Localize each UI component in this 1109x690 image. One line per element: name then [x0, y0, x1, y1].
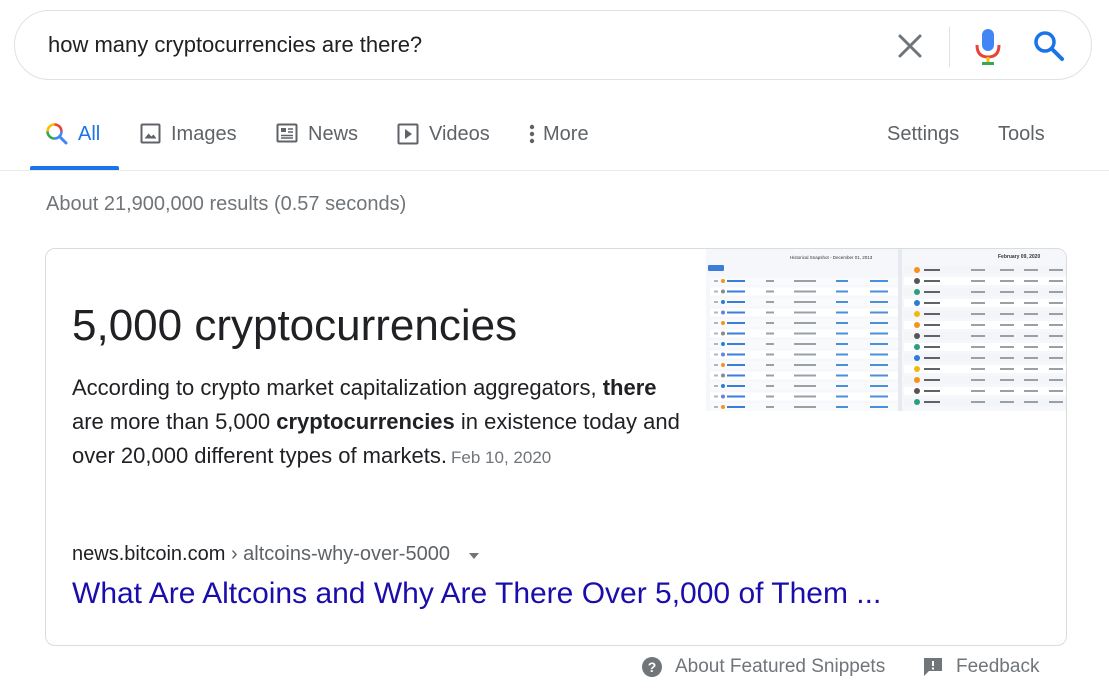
crypto-table-image: Historical Snapshot - December 01, 2013 … — [706, 249, 1066, 422]
tab-news[interactable]: News — [276, 110, 358, 170]
tab-label: Settings — [887, 123, 960, 145]
tab-label: Images — [171, 123, 237, 145]
cite-menu-button[interactable] — [468, 543, 480, 566]
tab-images[interactable]: Images — [140, 110, 237, 170]
search-box[interactable]: how many cryptocurrencies are there? — [14, 10, 1092, 80]
snippet-text-part: According to crypto market capitalizatio… — [72, 375, 603, 400]
feedback-icon — [924, 658, 942, 676]
tab-settings[interactable]: Settings — [887, 110, 959, 170]
search-icon — [46, 123, 68, 145]
search-icon — [1034, 31, 1064, 61]
microphone-icon — [975, 29, 1001, 65]
snippet-date: Feb 10, 2020 — [451, 448, 552, 467]
snippet-text-part: are more than 5,000 — [72, 409, 277, 434]
feedback-link[interactable]: Feedback — [922, 654, 1039, 680]
snippet-thumbnail[interactable]: Historical Snapshot - December 01, 2013 … — [706, 249, 1066, 422]
snippet-answer: 5,000 cryptocurrencies — [72, 301, 518, 350]
tab-label: All — [78, 123, 101, 145]
search-button[interactable] — [1031, 28, 1067, 64]
result-stats: About 21,900,000 results (0.57 seconds) — [46, 193, 407, 215]
play-icon — [397, 123, 419, 145]
thumbnail-right-header: February 09, 2020 — [998, 254, 1040, 260]
search-input[interactable]: how many cryptocurrencies are there? — [48, 32, 422, 58]
featured-snippet-card: 5,000 cryptocurrencies According to cryp… — [45, 248, 1067, 646]
image-icon — [140, 123, 161, 144]
snippet-highlight: cryptocurrencies — [276, 409, 455, 434]
snippet-highlight: there — [602, 375, 657, 400]
tabs-divider — [0, 170, 1109, 171]
tab-label: News — [308, 123, 359, 145]
help-icon: ? — [642, 657, 662, 677]
result-title-link[interactable]: What Are Altcoins and Why Are There Over… — [72, 577, 881, 611]
about-featured-snippets-link[interactable]: ? About Featured Snippets — [641, 654, 885, 680]
about-featured-snippets-label: About Featured Snippets — [675, 656, 886, 677]
newspaper-icon — [276, 123, 298, 143]
close-icon — [898, 34, 922, 58]
tab-videos[interactable]: Videos — [397, 110, 490, 170]
svg-text:?: ? — [648, 659, 657, 675]
snippet-text: According to crypto market capitalizatio… — [72, 371, 682, 475]
tab-tools[interactable]: Tools — [998, 110, 1045, 170]
thumbnail-left-header: Historical Snapshot - December 01, 2013 — [790, 255, 873, 260]
more-vert-icon — [529, 124, 535, 144]
tab-label: Tools — [998, 123, 1045, 145]
tab-more[interactable]: More — [527, 110, 589, 170]
cite-path: › altcoins-why-over-5000 — [225, 543, 450, 565]
tab-label: More — [543, 123, 589, 145]
result-citation: news.bitcoin.com › altcoins-why-over-500… — [72, 543, 480, 566]
tab-label: Videos — [429, 123, 490, 145]
voice-search-button[interactable] — [973, 26, 1003, 66]
tab-all[interactable]: All — [46, 110, 100, 170]
cite-domain: news.bitcoin.com — [72, 543, 226, 565]
caret-down-icon — [468, 553, 479, 560]
search-tabs: All Images News Videos More Settings Too… — [0, 110, 1109, 170]
feedback-label: Feedback — [956, 656, 1040, 677]
searchbox-divider — [949, 27, 950, 67]
clear-search-button[interactable] — [893, 29, 927, 63]
